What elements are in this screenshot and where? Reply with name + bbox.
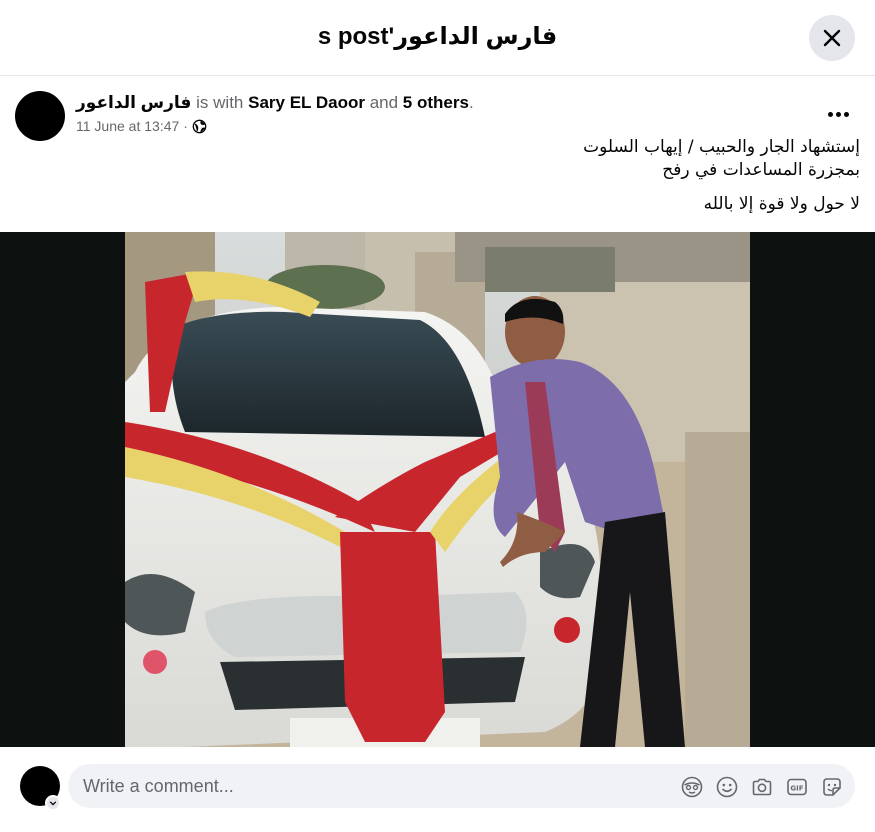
sticker-icon[interactable]: [820, 775, 843, 798]
post-meta: 11 June at 13:47 ·: [76, 118, 207, 134]
and-text: and: [369, 93, 399, 112]
author-avatar[interactable]: [15, 91, 65, 141]
more-dot: [827, 111, 833, 117]
post-text-line: لا حول ولا قوة إلا بالله: [703, 194, 860, 214]
dialog-header: فارس الداعور's post: [0, 0, 875, 76]
more-dot: [835, 111, 841, 117]
meta-separator: ·: [183, 118, 188, 134]
svg-text:GIF: GIF: [790, 784, 803, 792]
tagged-person[interactable]: Sary EL Daoor: [248, 93, 365, 112]
period: .: [468, 93, 474, 112]
account-switch-badge[interactable]: [45, 795, 61, 811]
with-text: is with: [196, 93, 244, 112]
emoji-icon[interactable]: [715, 775, 738, 798]
comment-tools: GIF: [680, 775, 843, 798]
post-text-line: إستشهاد الجار والحبيب / إيهاب السلوت: [583, 137, 860, 157]
comment-bar: GIF: [0, 747, 875, 832]
photo-illustration: [125, 232, 750, 747]
camera-icon[interactable]: [750, 775, 773, 798]
close-button[interactable]: [809, 15, 855, 61]
post-photo[interactable]: [125, 232, 750, 747]
author-line: فارس الداعور is with Sary EL Daoor and 5…: [76, 93, 474, 113]
post-header: فارس الداعور is with Sary EL Daoor and 5…: [0, 76, 875, 232]
author-name[interactable]: فارس الداعور: [76, 93, 191, 112]
post-text-line: بمجزرة المساعدات في رفح: [662, 160, 860, 180]
avatar-sticker-icon[interactable]: [680, 775, 703, 798]
chevron-down-icon: [49, 801, 57, 806]
others-link[interactable]: 5 others: [403, 93, 469, 112]
post-media[interactable]: [0, 232, 875, 747]
more-dot: [843, 111, 849, 117]
close-icon: [823, 29, 841, 47]
dialog-title: فارس الداعور's post: [317, 23, 558, 50]
post-timestamp[interactable]: 11 June at 13:47: [76, 118, 179, 134]
more-options-button[interactable]: [818, 100, 858, 128]
post-text: إستشهاد الجار والحبيب / إيهاب السلوت بمج…: [583, 136, 860, 216]
gif-icon[interactable]: GIF: [785, 775, 808, 798]
globe-icon[interactable]: [192, 119, 207, 134]
